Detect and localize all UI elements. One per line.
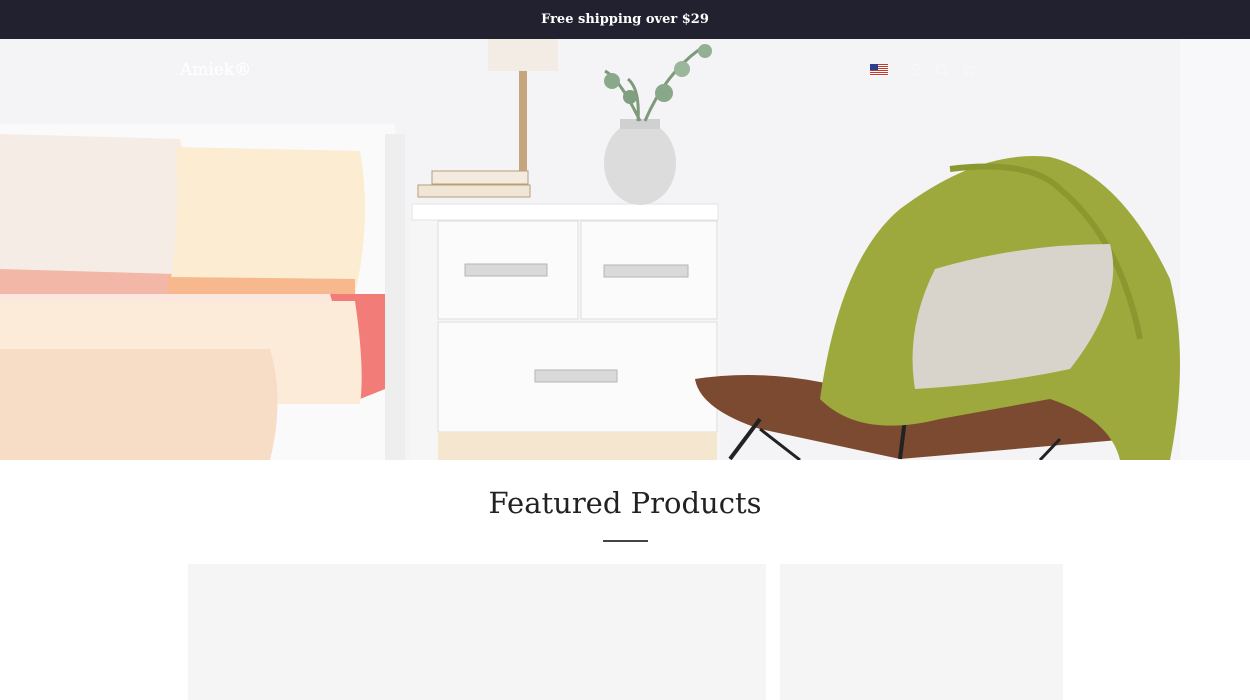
announcement-bar: Free shipping over $29: [0, 0, 1250, 39]
hero-image: [0, 39, 1250, 460]
search-icon[interactable]: [934, 62, 950, 78]
hero-banner[interactable]: [0, 39, 1250, 460]
us-flag-icon[interactable]: [870, 64, 888, 76]
cart-icon[interactable]: [960, 62, 976, 78]
store-logo[interactable]: Amiek®: [180, 60, 251, 80]
header-utilities: [870, 61, 976, 79]
announcement-text: Free shipping over $29: [541, 12, 709, 27]
featured-products-title: Featured Products: [488, 486, 762, 520]
product-card[interactable]: [188, 564, 766, 700]
user-icon[interactable]: [908, 62, 924, 78]
title-divider: [603, 540, 648, 542]
product-card[interactable]: [780, 564, 1063, 700]
